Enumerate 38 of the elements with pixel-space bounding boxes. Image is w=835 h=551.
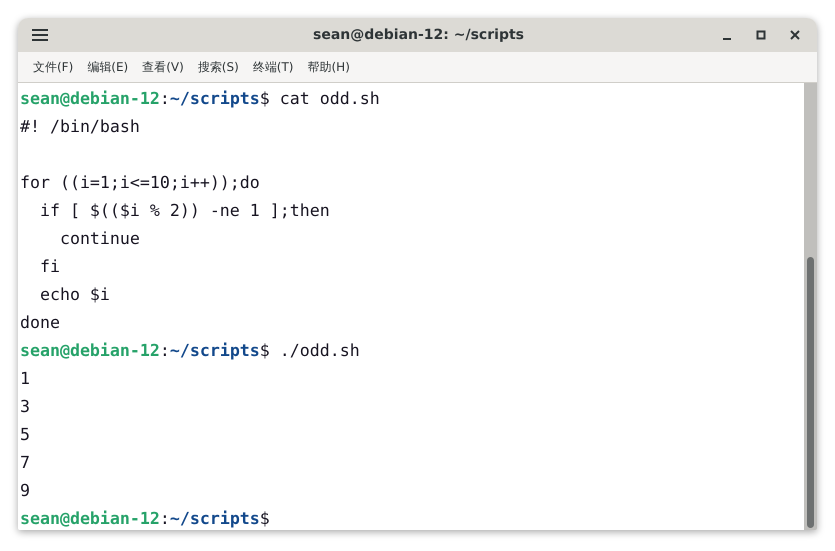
prompt-separator: : <box>160 509 170 528</box>
scrollbar-thumb[interactable] <box>807 257 814 528</box>
output-line: fi <box>38 257 60 276</box>
prompt-sign: $ <box>260 89 270 108</box>
minimize-icon <box>723 38 731 40</box>
menu-item[interactable]: 搜索(S) <box>190 56 246 78</box>
menu-item[interactable]: 查看(V) <box>135 56 191 78</box>
output-line: 1 <box>20 369 30 388</box>
output-line: done <box>20 313 60 332</box>
prompt-user: sean@debian-12 <box>20 509 160 528</box>
prompt-path: ~/scripts <box>170 509 260 528</box>
command-text: cat odd.sh <box>278 89 380 108</box>
prompt-user: sean@debian-12 <box>20 341 160 360</box>
output-line: #! /bin/bash <box>20 117 140 136</box>
output-line: 5 <box>20 425 30 444</box>
menu-item[interactable]: 文件(F) <box>26 56 80 78</box>
output-line: if [ $(($i % 2)) -ne 1 ];then <box>38 201 330 220</box>
output-line: continue <box>58 229 140 248</box>
menu-item[interactable]: 编辑(E) <box>80 56 136 78</box>
prompt-sign: $ <box>260 341 270 360</box>
close-icon <box>790 30 800 40</box>
maximize-icon <box>756 30 766 40</box>
window-title: sean@debian-12: ~/scripts <box>312 27 525 43</box>
output-line: 9 <box>20 481 30 500</box>
command-text: ./odd.sh <box>278 341 360 360</box>
prompt-path: ~/scripts <box>170 89 260 108</box>
prompt-separator: : <box>160 89 170 108</box>
output-line: 3 <box>20 397 30 416</box>
output-line: 7 <box>20 453 30 472</box>
prompt-user: sean@debian-12 <box>20 89 160 108</box>
menu-item[interactable]: 终端(T) <box>246 56 300 78</box>
output-line: for ((i=1;i<=10;i++));do <box>20 173 260 192</box>
output-line: echo $i <box>38 285 110 304</box>
prompt-separator: : <box>160 341 170 360</box>
prompt-sign: $ <box>260 509 270 528</box>
menu-item[interactable]: 帮助(H) <box>300 56 357 78</box>
prompt-path: ~/scripts <box>170 341 260 360</box>
menu-icon <box>32 28 48 42</box>
